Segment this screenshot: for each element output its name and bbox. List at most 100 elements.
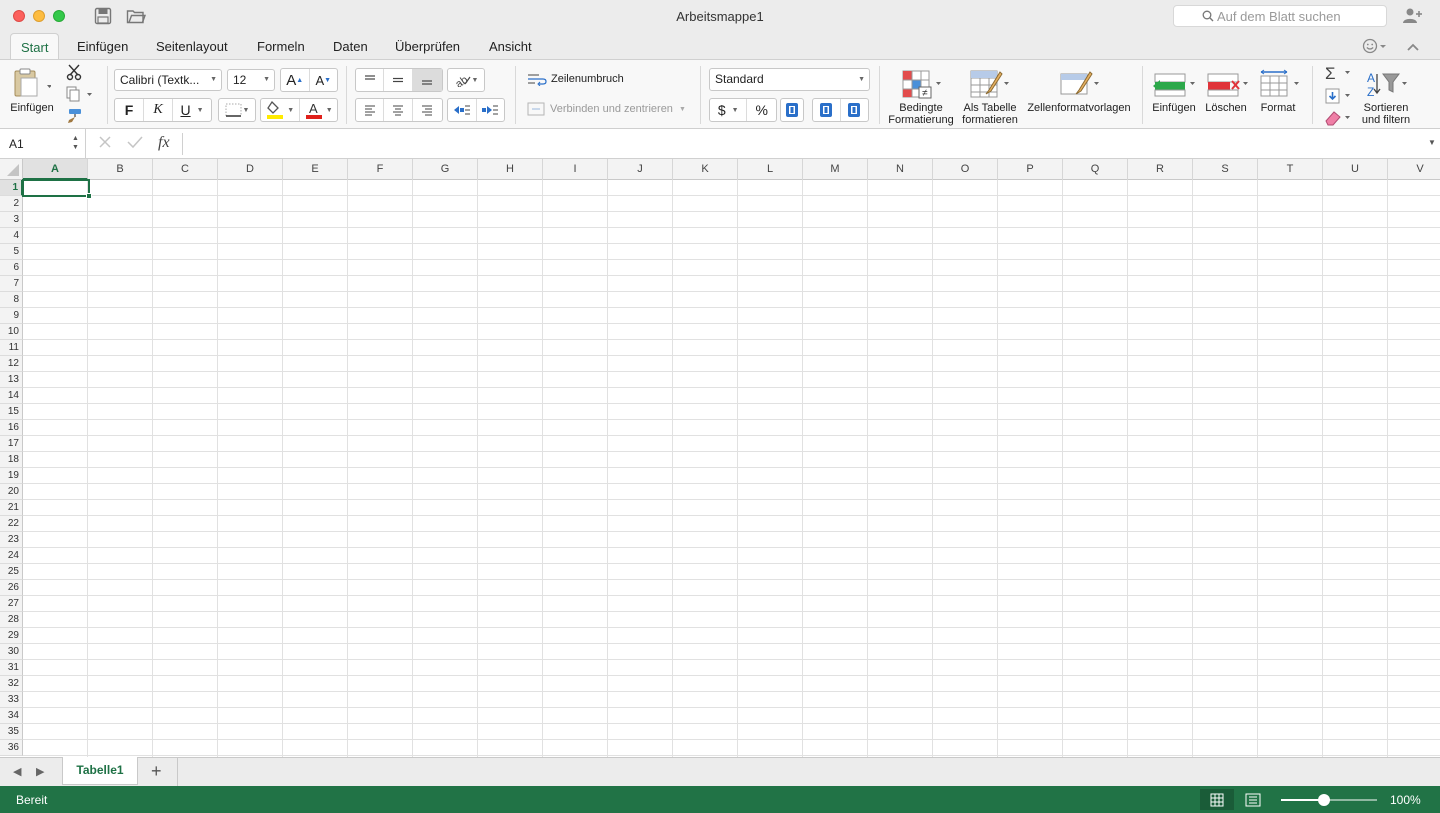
paste-button[interactable] xyxy=(10,66,52,100)
column-header-s[interactable]: S xyxy=(1193,159,1258,180)
column-header-d[interactable]: D xyxy=(218,159,283,180)
column-header-c[interactable]: C xyxy=(153,159,218,180)
sheet-search-box[interactable] xyxy=(1173,5,1387,27)
sheet-tab-tabelle1[interactable]: Tabelle1 xyxy=(62,757,138,785)
cut-icon[interactable] xyxy=(64,62,84,82)
tab-einfuegen[interactable]: Einfügen xyxy=(67,33,138,60)
format-painter-icon[interactable] xyxy=(64,106,84,126)
wrap-text-button[interactable]: Zeilenumbruch xyxy=(527,70,624,88)
decrease-decimal-button[interactable] xyxy=(841,99,868,121)
normal-view-button[interactable] xyxy=(1200,789,1234,810)
currency-button[interactable]: $ ▼ xyxy=(710,99,748,121)
italic-button[interactable]: K xyxy=(144,99,173,121)
row-header-17[interactable]: 17 xyxy=(0,436,23,452)
font-size-dropdown[interactable]: 12 ▼ xyxy=(227,69,275,91)
expand-formula-bar-icon[interactable]: ▼ xyxy=(1428,138,1436,147)
row-header-4[interactable]: 4 xyxy=(0,228,23,244)
row-header-35[interactable]: 35 xyxy=(0,724,23,740)
cancel-entry-icon[interactable] xyxy=(98,135,112,152)
font-color-button[interactable]: A ▼ xyxy=(300,99,338,121)
column-header-q[interactable]: Q xyxy=(1063,159,1128,180)
next-sheet-icon[interactable]: ▶ xyxy=(36,765,44,778)
row-header-6[interactable]: 6 xyxy=(0,260,23,276)
autosum-button[interactable]: Σ xyxy=(1322,63,1352,83)
clear-button[interactable] xyxy=(1322,108,1352,128)
column-header-f[interactable]: F xyxy=(348,159,413,180)
row-header-3[interactable]: 3 xyxy=(0,212,23,228)
row-header-12[interactable]: 12 xyxy=(0,356,23,372)
fill-color-button[interactable]: ▼ xyxy=(261,99,300,121)
worksheet-grid[interactable]: ABCDEFGHIJKLMNOPQRSTUV 1 2 3 4 5 6 7 8 9 10 11 12 13… xyxy=(0,159,1440,757)
percent-button[interactable]: % xyxy=(747,99,776,121)
row-header-20[interactable]: 20 xyxy=(0,484,23,500)
zoom-slider-thumb[interactable] xyxy=(1318,794,1331,806)
number-format-dropdown[interactable]: Standard ▼ xyxy=(709,68,870,91)
tab-seitenlayout[interactable]: Seitenlayout xyxy=(146,33,238,60)
row-header-11[interactable]: 11 xyxy=(0,340,23,356)
row-header-36[interactable]: 36 xyxy=(0,740,23,756)
row-header-19[interactable]: 19 xyxy=(0,468,23,484)
row-header-7[interactable]: 7 xyxy=(0,276,23,292)
row-header-25[interactable]: 25 xyxy=(0,564,23,580)
column-header-e[interactable]: E xyxy=(283,159,348,180)
row-header-31[interactable]: 31 xyxy=(0,660,23,676)
sort-filter-button[interactable]: AZ xyxy=(1362,66,1410,102)
format-as-table-button[interactable] xyxy=(966,66,1012,102)
conditional-formatting-button[interactable]: ≠ xyxy=(898,66,944,102)
row-header-22[interactable]: 22 xyxy=(0,516,23,532)
row-header-9[interactable]: 9 xyxy=(0,308,23,324)
column-header-m[interactable]: M xyxy=(803,159,868,180)
row-header-16[interactable]: 16 xyxy=(0,420,23,436)
format-cells-button[interactable] xyxy=(1256,66,1304,102)
align-middle-button[interactable] xyxy=(384,69,413,91)
column-header-t[interactable]: T xyxy=(1258,159,1323,180)
tab-ansicht[interactable]: Ansicht xyxy=(479,33,542,60)
increase-indent-button[interactable] xyxy=(477,99,505,121)
column-header-v[interactable]: V xyxy=(1388,159,1440,180)
row-header-23[interactable]: 23 xyxy=(0,532,23,548)
insert-function-button[interactable]: fx xyxy=(158,134,170,152)
row-header-29[interactable]: 29 xyxy=(0,628,23,644)
column-header-p[interactable]: P xyxy=(998,159,1063,180)
row-header-21[interactable]: 21 xyxy=(0,500,23,516)
column-header-a[interactable]: A xyxy=(23,159,88,180)
row-header-8[interactable]: 8 xyxy=(0,292,23,308)
align-left-button[interactable] xyxy=(356,99,385,121)
borders-button[interactable]: ▼ xyxy=(219,99,255,121)
column-header-n[interactable]: N xyxy=(868,159,933,180)
decrease-font-size-button[interactable]: A ▼ xyxy=(310,69,338,91)
feedback-smiley-icon[interactable] xyxy=(1362,38,1390,57)
align-bottom-button[interactable] xyxy=(412,69,442,91)
font-name-dropdown[interactable]: Calibri (Textk... ▼ xyxy=(114,69,222,91)
column-header-k[interactable]: K xyxy=(673,159,738,180)
row-header-24[interactable]: 24 xyxy=(0,548,23,564)
row-header-1[interactable]: 1 xyxy=(0,180,23,196)
row-header-26[interactable]: 26 xyxy=(0,580,23,596)
fill-button[interactable] xyxy=(1322,86,1352,106)
cell-styles-button[interactable] xyxy=(1056,66,1102,102)
column-header-l[interactable]: L xyxy=(738,159,803,180)
column-header-o[interactable]: O xyxy=(933,159,998,180)
row-header-28[interactable]: 28 xyxy=(0,612,23,628)
collapse-ribbon-icon[interactable] xyxy=(1406,41,1420,55)
tab-formeln[interactable]: Formeln xyxy=(247,33,315,60)
row-header-2[interactable]: 2 xyxy=(0,196,23,212)
insert-cells-button[interactable] xyxy=(1150,66,1198,102)
decrease-indent-button[interactable] xyxy=(448,99,477,121)
align-right-button[interactable] xyxy=(413,99,442,121)
search-input[interactable] xyxy=(1217,8,1382,24)
row-header-27[interactable]: 27 xyxy=(0,596,23,612)
tab-start[interactable]: Start xyxy=(10,33,60,60)
column-header-r[interactable]: R xyxy=(1128,159,1193,180)
add-sheet-button[interactable]: + xyxy=(151,761,162,782)
column-header-u[interactable]: U xyxy=(1323,159,1388,180)
row-header-30[interactable]: 30 xyxy=(0,644,23,660)
column-header-j[interactable]: J xyxy=(608,159,673,180)
active-cell-a1[interactable] xyxy=(22,179,90,197)
select-all-corner[interactable] xyxy=(0,159,23,180)
merge-center-button[interactable]: Verbinden und zentrieren ▼ xyxy=(527,100,686,118)
name-box[interactable]: A1 ▲ ▼ xyxy=(0,129,86,158)
row-header-10[interactable]: 10 xyxy=(0,324,23,340)
row-header-32[interactable]: 32 xyxy=(0,676,23,692)
previous-sheet-icon[interactable]: ◀ xyxy=(13,765,21,778)
